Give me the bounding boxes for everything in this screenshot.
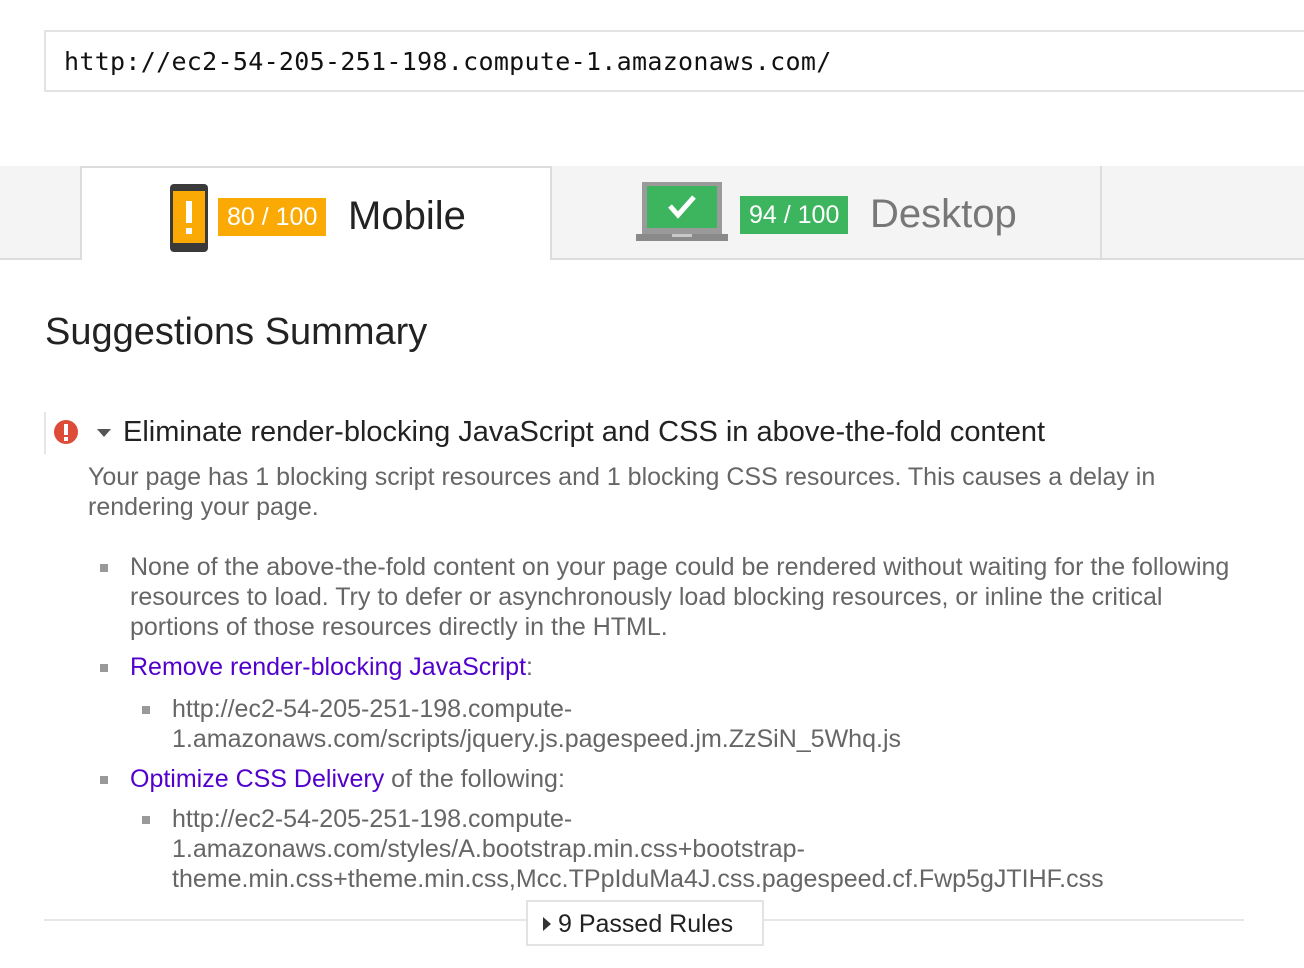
tab-mobile-label: Mobile <box>348 194 466 238</box>
list-bullet <box>142 706 150 714</box>
error-icon <box>54 420 78 444</box>
list-item: None of the above-the-fold content on yo… <box>130 553 1230 641</box>
list-item-suffix: of the following: <box>384 765 565 793</box>
tab-mobile[interactable]: 80 / 100 Mobile <box>80 166 552 260</box>
rule-severity-bar <box>44 412 46 454</box>
device-tabbar: 80 / 100 Mobile 94 / 100 Desktop <box>0 166 1304 260</box>
desktop-score-badge: 94 / 100 <box>740 196 849 234</box>
url-input[interactable]: http://ec2-54-205-251-198.compute-1.amaz… <box>44 30 1304 92</box>
remove-render-blocking-js-link[interactable]: Remove render-blocking JavaScript <box>130 653 526 681</box>
mobile-score-badge: 80 / 100 <box>218 198 327 236</box>
page-title: Suggestions Summary <box>45 311 428 353</box>
rule-description: Your page has 1 blocking script resource… <box>88 463 1156 521</box>
list-item: Optimize CSS Delivery of the following: <box>130 764 565 794</box>
mobile-warning-icon <box>170 184 208 252</box>
passed-rules-label: 9 Passed Rules <box>558 910 734 938</box>
resource-url: http://ec2-54-205-251-198.compute-1.amaz… <box>172 695 901 753</box>
passed-rules-button[interactable]: 9 Passed Rules <box>526 900 764 946</box>
list-bullet <box>100 664 108 672</box>
resource-url: http://ec2-54-205-251-198.compute-1.amaz… <box>172 805 1104 893</box>
list-item-suffix: : <box>526 653 533 681</box>
list-bullet <box>142 816 150 824</box>
list-bullet <box>100 564 108 572</box>
laptop-check-icon <box>636 182 728 241</box>
tab-desktop[interactable]: 94 / 100 Desktop <box>552 166 1102 258</box>
rule-title-toggle[interactable]: Eliminate render-blocking JavaScript and… <box>123 414 1045 450</box>
optimize-css-delivery-link[interactable]: Optimize CSS Delivery <box>130 765 384 793</box>
chevron-down-icon[interactable] <box>96 428 112 438</box>
tab-desktop-label: Desktop <box>870 192 1017 236</box>
list-bullet <box>100 776 108 784</box>
list-item: Remove render-blocking JavaScript: <box>130 652 533 682</box>
chevron-right-icon <box>543 917 551 931</box>
url-input-value: http://ec2-54-205-251-198.compute-1.amaz… <box>64 47 832 76</box>
